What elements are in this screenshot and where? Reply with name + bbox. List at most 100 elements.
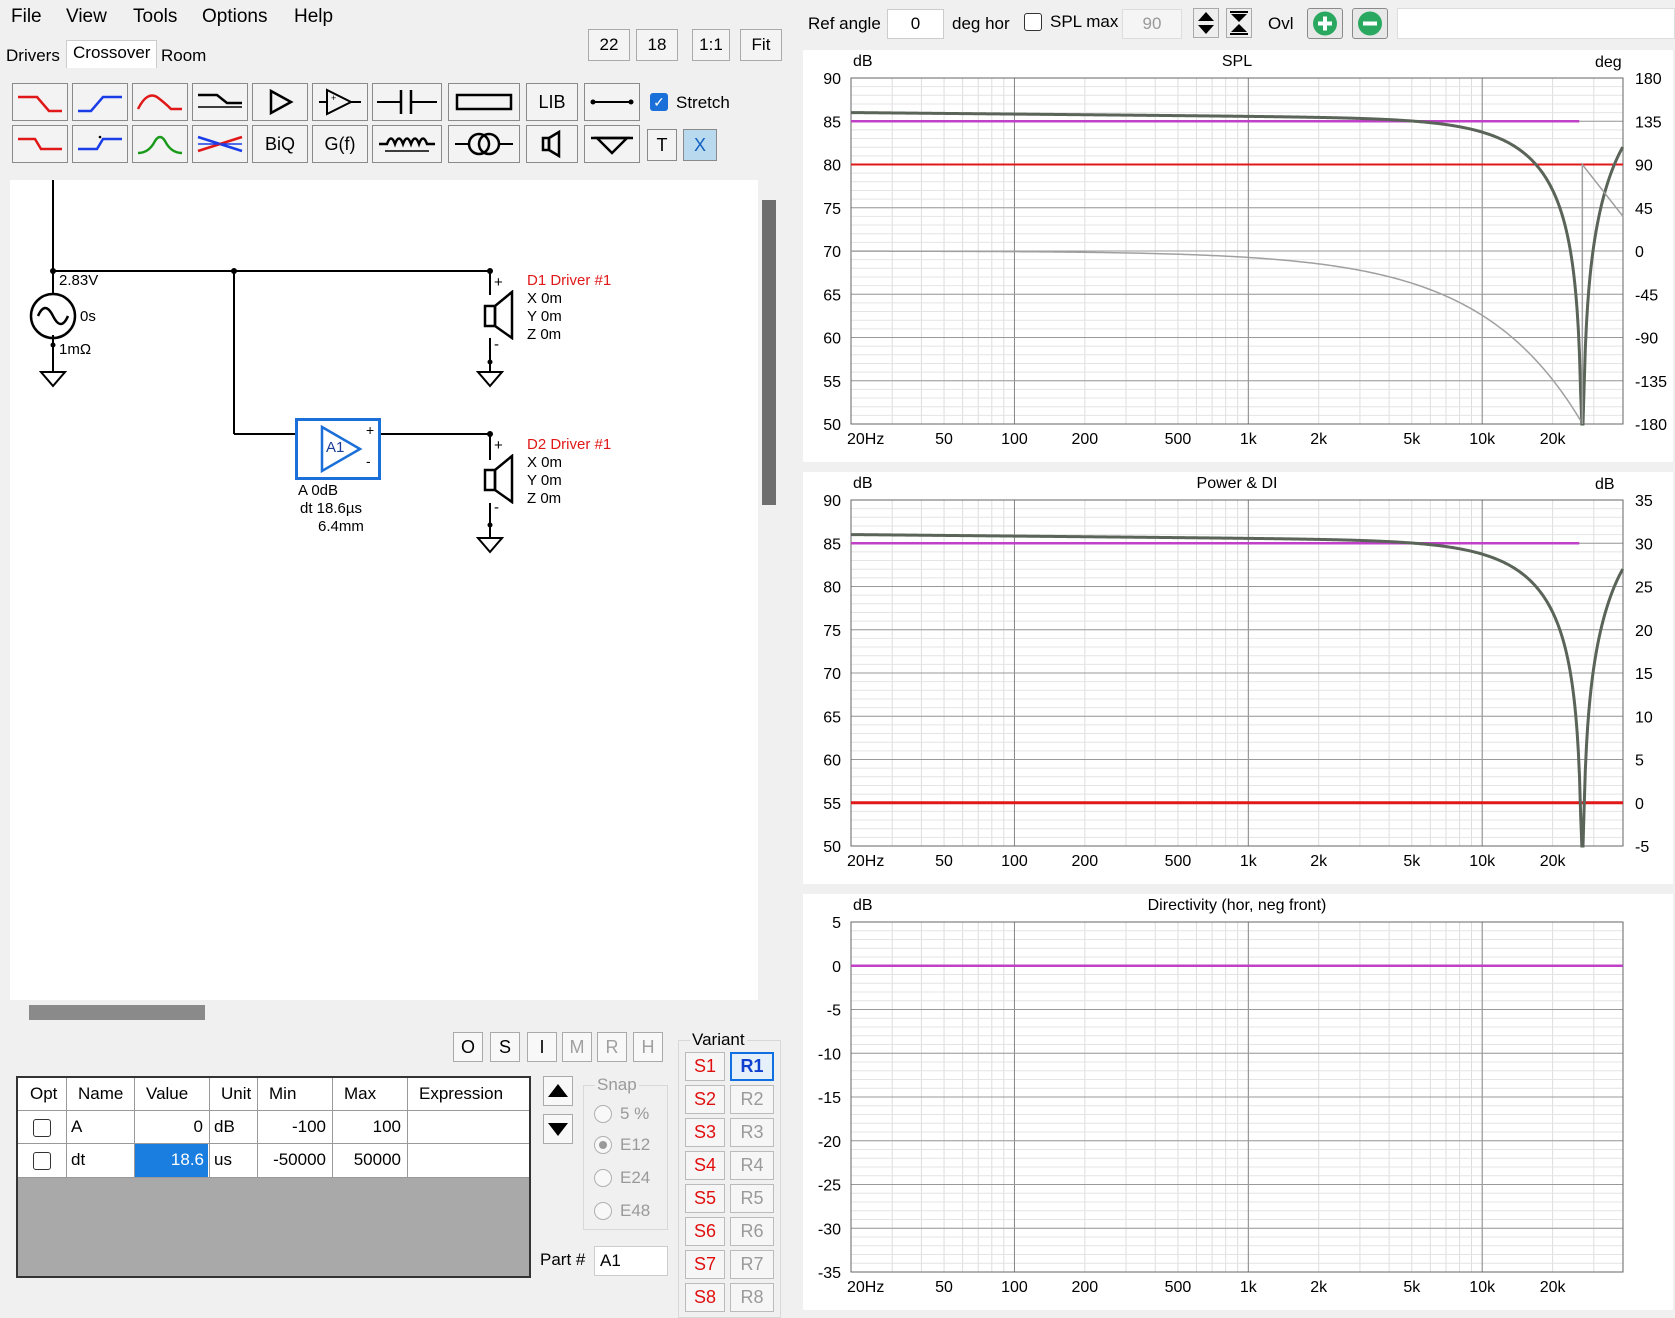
y-axis-label-left: dB: [853, 475, 873, 492]
menu-options[interactable]: Options: [202, 6, 267, 28]
variant-r1-button[interactable]: R1: [730, 1052, 774, 1081]
schematic-canvas[interactable]: + - + - A1 + - 2.83V 0s 1mΩ A 0dB dt 18.…: [10, 180, 758, 1000]
param-value[interactable]: 0: [135, 1111, 207, 1142]
snap-e48[interactable]: E48: [594, 1201, 650, 1221]
variant-r8-button[interactable]: R8: [730, 1283, 774, 1312]
x-tick-label: 50: [935, 853, 953, 870]
spl-updown-button[interactable]: [1193, 8, 1219, 38]
spl-fit-button[interactable]: [1226, 8, 1252, 38]
opt-checkbox[interactable]: [33, 1119, 51, 1137]
variant-r6-button[interactable]: R6: [730, 1217, 774, 1246]
variant-s4-button[interactable]: S4: [685, 1151, 725, 1180]
wire-button[interactable]: [584, 83, 640, 121]
spl-chart[interactable]: SPL dB deg 90 85 80 75 70 65 60 55 50 180 135 90 45 0 -45…: [803, 50, 1673, 462]
driver-button[interactable]: [526, 125, 578, 163]
add-overlay-button[interactable]: [1307, 8, 1343, 39]
inductor-button[interactable]: [372, 125, 442, 163]
opt-m-button[interactable]: M: [562, 1032, 592, 1062]
param-max[interactable]: 100: [333, 1111, 405, 1142]
move-up-button[interactable]: [543, 1076, 573, 1106]
transformer-button[interactable]: [448, 125, 520, 163]
lowpass-button[interactable]: [12, 83, 68, 121]
notch-button[interactable]: [132, 83, 188, 121]
d1-name[interactable]: D1 Driver #1: [527, 272, 611, 289]
variant-r2-button[interactable]: R2: [730, 1085, 774, 1114]
delete-tool-button[interactable]: X: [683, 129, 717, 161]
opt-i-button[interactable]: I: [527, 1032, 557, 1062]
move-down-button[interactable]: [543, 1114, 573, 1144]
gf-button[interactable]: G(f): [312, 125, 368, 163]
y-tick-label-right: 10: [1635, 709, 1653, 726]
biquad-button[interactable]: BiQ: [252, 125, 308, 163]
variant-s6-button[interactable]: S6: [685, 1217, 725, 1246]
menu-help[interactable]: Help: [294, 6, 333, 28]
highpass-button[interactable]: [72, 83, 128, 121]
y-tick-label: -20: [818, 1134, 841, 1151]
scale-18-button[interactable]: 18: [636, 29, 678, 61]
lib-button[interactable]: LIB: [526, 83, 578, 121]
tab-room[interactable]: Room: [155, 44, 212, 68]
zoom-1to1-button[interactable]: 1:1: [692, 29, 730, 61]
variant-s2-button[interactable]: S2: [685, 1085, 725, 1114]
remove-overlay-button[interactable]: [1352, 8, 1388, 39]
y-tick-label-right: 5: [1635, 753, 1644, 770]
tab-drivers[interactable]: Drivers: [0, 44, 66, 68]
variant-r5-button[interactable]: R5: [730, 1184, 774, 1213]
overlay-name-input[interactable]: [1397, 8, 1675, 39]
zoom-fit-button[interactable]: Fit: [740, 29, 782, 61]
opt-checkbox[interactable]: [33, 1152, 51, 1170]
spl-max-input[interactable]: 90: [1122, 9, 1182, 39]
vertical-scrollbar-thumb[interactable]: [762, 200, 776, 505]
shelf-button[interactable]: [192, 83, 248, 121]
triangle-up-icon: [548, 1084, 568, 1097]
variant-s3-button[interactable]: S3: [685, 1118, 725, 1147]
param-max[interactable]: 50000: [333, 1144, 405, 1175]
ref-angle-input[interactable]: 0: [887, 9, 944, 39]
param-value[interactable]: 18.6: [135, 1144, 208, 1177]
stretch-checkbox[interactable]: ✓: [650, 93, 668, 111]
menu-view[interactable]: View: [66, 6, 107, 28]
opamp-button[interactable]: +: [312, 83, 368, 121]
directivity-chart-panel: Directivity (hor, neg front) dB 5 0 -5 -10 -15…: [803, 894, 1673, 1310]
variant-s7-button[interactable]: S7: [685, 1250, 725, 1279]
ground-icon: [591, 136, 633, 155]
allpass-button[interactable]: [192, 125, 248, 163]
menu-file[interactable]: File: [11, 6, 42, 28]
y-tick-label: 60: [823, 753, 841, 770]
opt-s-button[interactable]: S: [490, 1032, 520, 1062]
variant-s5-button[interactable]: S5: [685, 1184, 725, 1213]
power-di-chart[interactable]: Power & DIdB dB90858075706560555035302520…: [803, 472, 1673, 884]
scale-22-button[interactable]: 22: [588, 29, 630, 61]
horizontal-scrollbar-thumb[interactable]: [29, 1005, 205, 1020]
variant-r3-button[interactable]: R3: [730, 1118, 774, 1147]
amplifier-a1[interactable]: A1 + -: [295, 418, 381, 480]
opt-r-button[interactable]: R: [597, 1032, 627, 1062]
tab-crossover[interactable]: Crossover: [66, 40, 158, 68]
param-min[interactable]: -50000: [258, 1144, 330, 1175]
resistor-button[interactable]: [448, 83, 520, 121]
menu-tools[interactable]: Tools: [133, 6, 177, 28]
bandpass-button[interactable]: [132, 125, 188, 163]
buffer-button[interactable]: [252, 83, 308, 121]
lowpass2-button[interactable]: [12, 125, 68, 163]
d2-name[interactable]: D2 Driver #1: [527, 436, 611, 453]
opt-h-button[interactable]: H: [633, 1032, 663, 1062]
capacitor-button[interactable]: [372, 83, 442, 121]
text-tool-button[interactable]: T: [647, 129, 677, 161]
opt-o-button[interactable]: O: [453, 1032, 483, 1062]
ground-button[interactable]: [584, 125, 640, 163]
variant-s8-button[interactable]: S8: [685, 1283, 725, 1312]
variant-s1-button[interactable]: S1: [685, 1052, 725, 1081]
variant-r7-button[interactable]: R7: [730, 1250, 774, 1279]
variant-r4-button[interactable]: R4: [730, 1151, 774, 1180]
y-tick-label: 80: [823, 158, 841, 175]
directivity-chart[interactable]: Directivity (hor, neg front)dB50-5-10-15…: [803, 894, 1673, 1310]
param-min[interactable]: -100: [258, 1111, 330, 1142]
snap-e24[interactable]: E24: [594, 1168, 650, 1188]
highpass2-button[interactable]: [72, 125, 128, 163]
part-input[interactable]: A1: [594, 1246, 668, 1276]
snap-5pct[interactable]: 5 %: [594, 1104, 649, 1124]
spl-max-checkbox[interactable]: [1024, 13, 1042, 31]
snap-e12[interactable]: E12: [594, 1135, 650, 1155]
y-tick-label-right: 45: [1635, 201, 1653, 218]
